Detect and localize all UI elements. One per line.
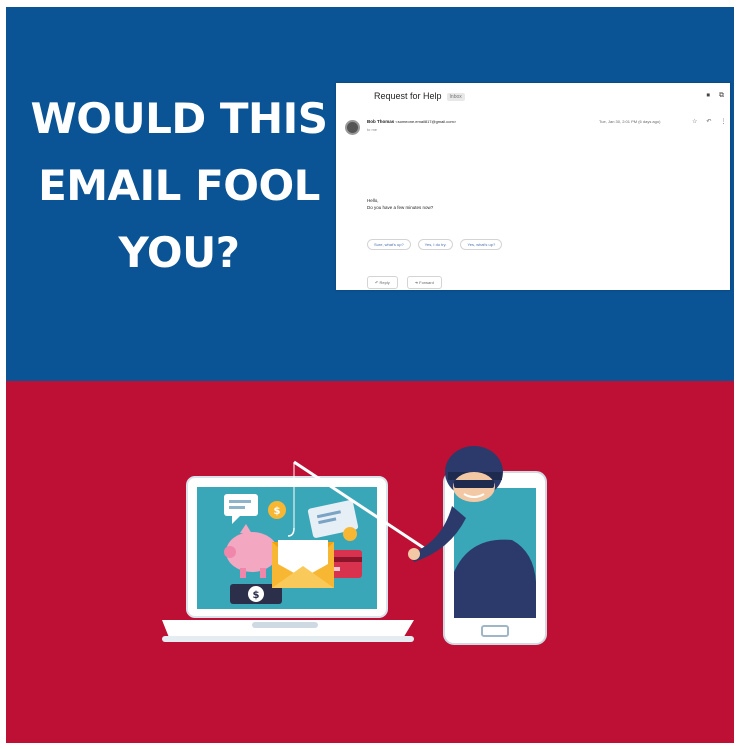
smart-reply-2: Yes, I do try.	[417, 239, 454, 250]
recipient: to me	[367, 127, 378, 132]
smart-reply-3: Yes, what's up?	[460, 239, 503, 250]
coin-icon: $	[268, 501, 286, 519]
email-body: Hello, Do you have a few minutes now?	[367, 197, 433, 211]
sender-line: Bob Thomas <someone.email817@gmail.com>	[367, 119, 456, 124]
forward-button: ➜ Forward	[406, 276, 442, 289]
email-subject-text: Request for Help	[374, 91, 442, 101]
inbox-tag: Inbox	[446, 92, 465, 101]
email-subject: Request for Help Inbox	[374, 91, 465, 101]
reply-label: Reply	[379, 280, 390, 285]
forward-label: Forward	[419, 280, 434, 285]
sender-name: Bob Thomas	[367, 119, 395, 124]
avatar	[345, 120, 360, 135]
blue-top-panel: WOULD THIS EMAIL FOOL YOU? Request for H…	[6, 7, 734, 381]
smart-reply-1: Sure, what's up?	[367, 239, 411, 250]
message-icons: ☆ ↶ ⋮	[692, 118, 726, 125]
star-icon: ☆	[692, 119, 698, 125]
headline: WOULD THIS EMAIL FOOL YOU?	[20, 85, 338, 286]
headline-line-2: EMAIL FOOL	[38, 161, 320, 210]
reply-button: ↶ Reply	[367, 276, 398, 289]
email-date: Tue, Jan 30, 2:01 PM (6 days ago)	[599, 119, 661, 124]
more-icon: ⋮	[720, 119, 727, 125]
email-body-text: Do you have a few minutes now?	[367, 205, 434, 210]
email-screenshot: Request for Help Inbox ⏹ ⧉ Bob Thomas <so…	[336, 83, 730, 290]
svg-text:$: $	[274, 506, 281, 517]
email-top-icons: ⏹ ⧉	[707, 92, 725, 100]
headline-line-3: YOU?	[118, 228, 240, 277]
printer-icon: ⏹	[706, 92, 711, 99]
poster: WOULD THIS EMAIL FOOL YOU? Request for H…	[6, 7, 734, 743]
envelope-icon	[272, 540, 334, 588]
open-new-window-icon: ⧉	[719, 92, 724, 99]
phishing-illustration: $ $	[162, 446, 547, 645]
sender-email: <someone.email817@gmail.com>	[395, 119, 457, 124]
svg-text:$: $	[253, 590, 260, 601]
email-greeting: Hello,	[367, 198, 379, 203]
email-actions: ↶ Reply ➜ Forward	[367, 276, 442, 289]
headline-line-1: WOULD THIS	[30, 94, 328, 143]
reply-icon: ↶	[706, 119, 712, 125]
smart-replies: Sure, what's up? Yes, I do try. Yes, wha…	[367, 239, 503, 250]
